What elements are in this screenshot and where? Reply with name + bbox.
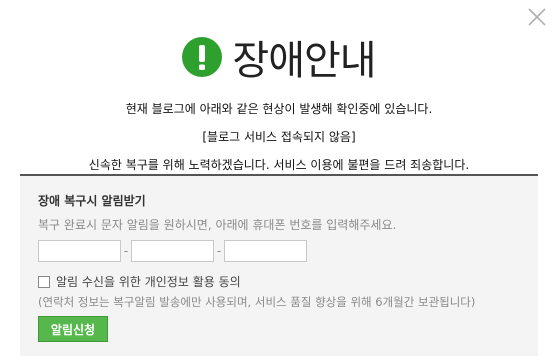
header: 장애안내 [0,28,558,86]
close-icon [528,8,546,26]
apology-message: 신속한 복구를 위해 노력하겠습니다. 서비스 이용에 불편을 드려 죄송합니다… [88,158,470,172]
page-title: 장애안내 [232,38,376,84]
subscribe-button[interactable]: 알림신청 [38,316,108,342]
panel-description: 복구 완료시 문자 알림을 원하시면, 아래에 휴대폰 번호를 입력해주세요. [38,218,397,232]
consent-checkbox[interactable] [38,275,50,288]
notification-panel: 장애 복구시 알림받기 복구 완료시 문자 알림을 원하시면, 아래에 휴대폰 … [20,174,538,356]
privacy-note: (연락처 정보는 복구알림 발송에만 사용되며, 서비스 품질 향상을 위해 6… [38,295,476,309]
status-message: 현재 블로그에 아래와 같은 현상이 발생해 확인중에 있습니다. [125,102,433,116]
phone-field-1[interactable] [38,240,121,262]
exclamation-icon [182,37,223,77]
consent-row: 알림 수신을 위한 개인정보 활용 동의 [38,273,241,290]
phone-separator: - [123,244,129,258]
panel-title: 장애 복구시 알림받기 [38,194,146,208]
phone-field-3[interactable] [224,240,307,262]
phone-field-2[interactable] [131,240,214,262]
affected-service: [블로그 서비스 접속되지 않음] [202,130,356,144]
phone-separator: - [216,244,222,258]
close-button[interactable] [526,6,548,28]
consent-label: 알림 수신을 위한 개인정보 활용 동의 [56,275,241,289]
phone-input-group: - - [38,240,307,262]
